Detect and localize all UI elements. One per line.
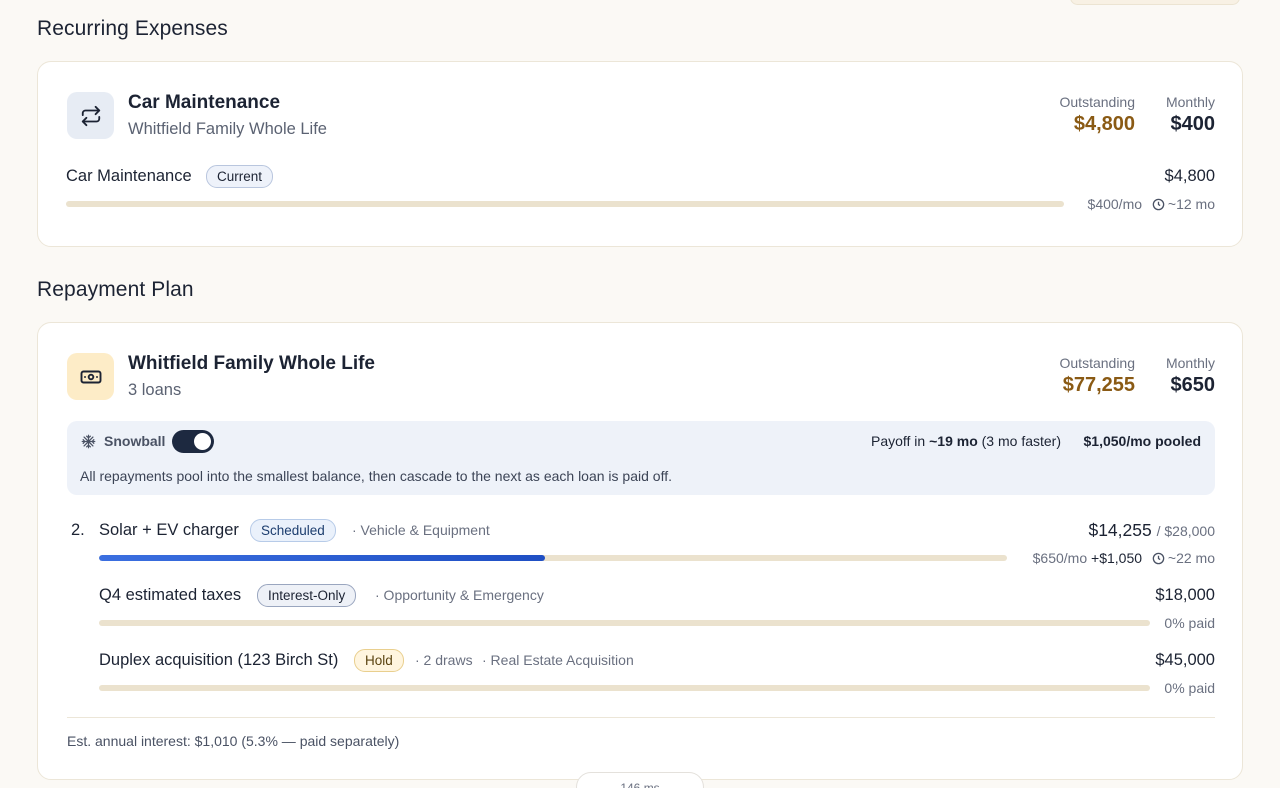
loan-name-solar[interactable]: Solar + EV charger [99, 521, 239, 540]
loan-name-duplex[interactable]: Duplex acquisition (123 Birch St) [99, 651, 338, 670]
snowball-pooled: $1,050/mo pooled [1083, 433, 1201, 449]
payoff-value: ~19 mo [929, 433, 978, 449]
loan-draws: · 2 draws [415, 652, 473, 668]
loan-total: / $28,000 [1156, 523, 1215, 539]
snowball-description: All repayments pool into the smallest ba… [80, 468, 672, 484]
zoom-control[interactable]: 146 ms [576, 772, 704, 788]
monthly-value: $400 [1170, 113, 1216, 135]
payoff-suffix: (3 mo faster) [981, 433, 1061, 449]
cash-icon [67, 353, 114, 400]
progress-track [99, 620, 1150, 626]
outstanding-value: $4,800 [1073, 113, 1135, 135]
loan-paid: 0% paid [1164, 615, 1215, 631]
loan-amount: $14,255 / $28,000 [1088, 520, 1215, 541]
progress-fill [99, 555, 545, 561]
progress-track [66, 201, 1064, 207]
snowball-payoff: Payoff in ~19 mo (3 mo faster) [871, 433, 1061, 449]
clock-icon [1152, 552, 1165, 565]
repayment-card: Whitfield Family Whole Life 3 loans Outs… [37, 322, 1243, 780]
item-rate: $400/mo [1087, 196, 1143, 212]
loan-rate-eta: $650/mo +$1,050 ~22 mo [1033, 550, 1215, 566]
zoom-value: 146 ms [620, 781, 660, 788]
annual-interest-note: Est. annual interest: $1,010 (5.3% — pai… [67, 733, 400, 749]
loan-rate: $650/mo [1032, 550, 1088, 566]
status-badge: Current [206, 165, 274, 188]
card-subtitle: 3 loans [128, 381, 182, 399]
loan-category: · Vehicle & Equipment [352, 522, 490, 538]
monthly-label: Monthly [1165, 94, 1215, 110]
outstanding-label: Outstanding [1059, 94, 1136, 110]
recurring-card: Car Maintenance Whitfield Family Whole L… [37, 61, 1243, 247]
snowball-toggle[interactable] [172, 430, 214, 453]
snowball-panel: Snowball Payoff in ~19 mo (3 mo faster) … [67, 421, 1215, 495]
loan-balance: $14,255 [1088, 520, 1152, 540]
card-subtitle: Whitfield Family Whole Life [128, 120, 327, 138]
loan-name-taxes[interactable]: Q4 estimated taxes [99, 586, 241, 605]
loan-amount: $45,000 [1155, 651, 1215, 669]
section-title-repayment: Repayment Plan [37, 278, 194, 301]
divider [67, 717, 1215, 718]
monthly-label: Monthly [1165, 355, 1215, 371]
status-badge-hold: Hold [354, 649, 404, 672]
repeat-icon [67, 92, 114, 139]
top-partial-control[interactable] [1070, 0, 1240, 5]
clock-icon [1152, 198, 1165, 211]
loan-category: · Real Estate Acquisition [482, 652, 634, 668]
snowflake-icon [81, 434, 96, 449]
loan-eta: ~22 mo [1167, 550, 1215, 566]
progress-track [99, 685, 1150, 691]
toggle-knob [194, 433, 211, 450]
item-name[interactable]: Car Maintenance [66, 167, 192, 186]
loan-paid: 0% paid [1164, 680, 1215, 696]
loan-amount: $18,000 [1155, 586, 1215, 604]
loan-extra: +$1,050 [1091, 550, 1143, 566]
snowball-label: Snowball [104, 433, 166, 449]
outstanding-label: Outstanding [1059, 355, 1136, 371]
monthly-value: $650 [1170, 374, 1216, 396]
card-title: Whitfield Family Whole Life [128, 353, 375, 374]
item-eta: ~12 mo [1167, 196, 1215, 212]
item-amount: $4,800 [1164, 167, 1215, 185]
status-badge-scheduled: Scheduled [250, 519, 336, 542]
card-title: Car Maintenance [128, 92, 281, 113]
item-rate-eta: $400/mo ~12 mo [1088, 196, 1215, 212]
section-title-recurring: Recurring Expenses [37, 17, 228, 40]
outstanding-value: $77,255 [1062, 374, 1135, 396]
loan-category: · Opportunity & Emergency [375, 587, 544, 603]
loan-index: 2. [71, 521, 85, 539]
payoff-prefix: Payoff in [870, 433, 926, 449]
status-badge-interest-only: Interest-Only [257, 584, 357, 607]
progress-track [99, 555, 1007, 561]
